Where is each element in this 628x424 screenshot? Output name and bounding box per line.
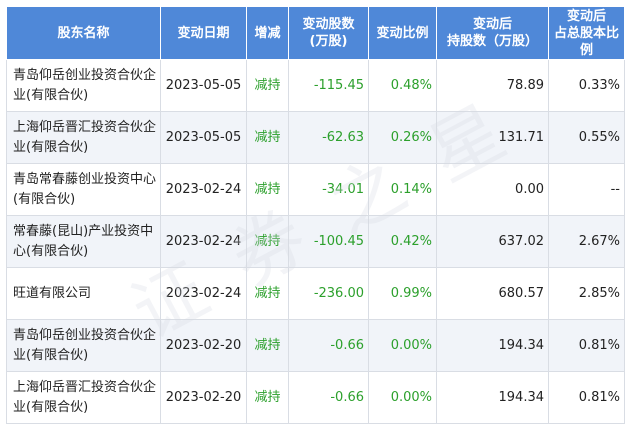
table-row: 青岛仰岳创业投资合伙企业(有限合伙) 2023-02-20 减持 -0.66 0.00%… [6,319,625,372]
change-date-cell: 2023-02-20 [160,371,247,424]
after-ratio-cell: 0.81% [548,319,625,372]
change-date-cell: 2023-02-24 [160,267,247,320]
change-ratio-cell: 0.42% [368,215,437,268]
header-after-ratio: 变动后 占总股本比例 [548,6,625,60]
direction-cell: 减持 [246,215,289,268]
after-shares-cell: 680.57 [436,267,549,320]
direction-cell: 减持 [246,59,289,112]
after-shares-cell: 637.02 [436,215,549,268]
change-date-cell: 2023-05-05 [160,59,247,112]
table-row: 旺道有限公司 2023-02-24 减持 -236.00 0.99% 680.57 2.85… [6,267,625,320]
header-change-ratio: 变动比例 [368,6,437,60]
direction-cell: 减持 [246,111,289,164]
change-ratio-cell: 0.00% [368,319,437,372]
header-after-shares: 变动后 持股数（万股） [436,6,549,60]
change-shares-cell: -0.66 [288,371,369,424]
shareholder-name-cell: 青岛仰岳创业投资合伙企业(有限合伙) [6,319,161,372]
shareholder-name-cell: 上海仰岳晋汇投资合伙企业(有限合伙) [6,111,161,164]
table-row: 常春藤(昆山)产业投资中心(有限合伙) 2023-02-24 减持 -100.45 0.… [6,215,625,268]
change-shares-cell: -34.01 [288,163,369,216]
table-row: 青岛仰岳创业投资合伙企业(有限合伙) 2023-05-05 减持 -115.45 0.4… [6,59,625,112]
after-shares-cell: 0.00 [436,163,549,216]
direction-cell: 减持 [246,163,289,216]
change-ratio-cell: 0.48% [368,59,437,112]
header-shareholder-name: 股东名称 [6,6,161,60]
direction-cell: 减持 [246,319,289,372]
after-shares-cell: 194.34 [436,319,549,372]
shareholder-name-cell: 上海仰岳晋汇投资合伙企业(有限合伙) [6,371,161,424]
header-direction: 增减 [246,6,289,60]
after-shares-cell: 194.34 [436,371,549,424]
shareholder-change-panel: 股东名称 变动日期 增减 变动股数 (万股) 变动比例 变动后 持股数（万股） … [0,0,628,424]
header-change-date: 变动日期 [160,6,247,60]
table-row: 上海仰岳晋汇投资合伙企业(有限合伙) 2023-05-05 减持 -62.63 0.26… [6,111,625,164]
after-shares-cell: 131.71 [436,111,549,164]
change-ratio-cell: 0.99% [368,267,437,320]
header-change-shares: 变动股数 (万股) [288,6,369,60]
change-shares-cell: -236.00 [288,267,369,320]
table-row: 上海仰岳晋汇投资合伙企业(有限合伙) 2023-02-20 减持 -0.66 0.00%… [6,371,625,424]
after-ratio-cell: 2.85% [548,267,625,320]
change-ratio-cell: 0.26% [368,111,437,164]
change-date-cell: 2023-02-24 [160,215,247,268]
shareholder-name-cell: 常春藤(昆山)产业投资中心(有限合伙) [6,215,161,268]
change-ratio-cell: 0.14% [368,163,437,216]
after-ratio-cell: 2.67% [548,215,625,268]
change-shares-cell: -0.66 [288,319,369,372]
change-date-cell: 2023-02-24 [160,163,247,216]
after-shares-cell: 78.89 [436,59,549,112]
shareholder-name-cell: 旺道有限公司 [6,267,161,320]
table-row: 青岛常春藤创业投资中心(有限合伙) 2023-02-24 减持 -34.01 0.14%… [6,163,625,216]
after-ratio-cell: 0.55% [548,111,625,164]
direction-cell: 减持 [246,371,289,424]
shareholder-change-table: 股东名称 变动日期 增减 变动股数 (万股) 变动比例 变动后 持股数（万股） … [6,6,625,424]
direction-cell: 减持 [246,267,289,320]
shareholder-name-cell: 青岛仰岳创业投资合伙企业(有限合伙) [6,59,161,112]
change-shares-cell: -62.63 [288,111,369,164]
change-ratio-cell: 0.00% [368,371,437,424]
change-shares-cell: -115.45 [288,59,369,112]
table-header-row: 股东名称 变动日期 增减 变动股数 (万股) 变动比例 变动后 持股数（万股） … [6,6,625,60]
change-date-cell: 2023-05-05 [160,111,247,164]
after-ratio-cell: 0.81% [548,371,625,424]
after-ratio-cell: 0.33% [548,59,625,112]
change-date-cell: 2023-02-20 [160,319,247,372]
shareholder-name-cell: 青岛常春藤创业投资中心(有限合伙) [6,163,161,216]
after-ratio-cell: -- [548,163,625,216]
change-shares-cell: -100.45 [288,215,369,268]
